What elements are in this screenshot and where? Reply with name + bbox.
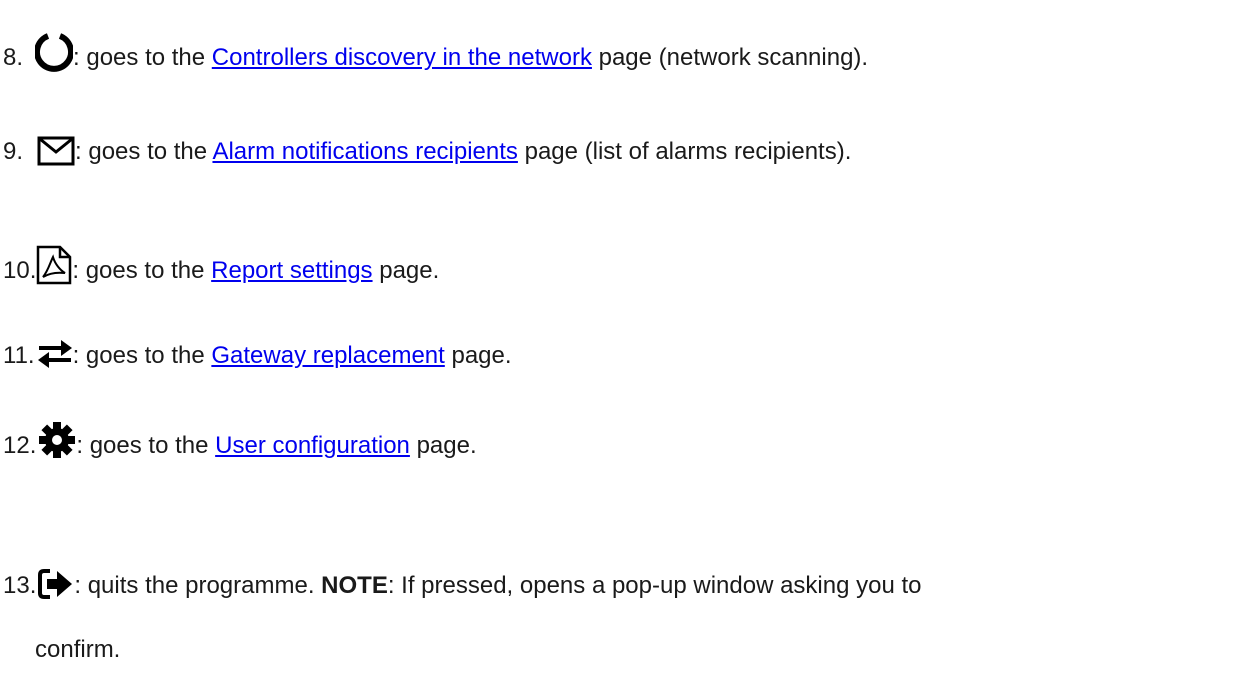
item-continuation: confirm. (35, 636, 121, 663)
item-number: 9. (3, 138, 24, 165)
link-user-configuration[interactable]: User configuration (215, 432, 410, 459)
pdf-file-icon (36, 245, 72, 285)
list-item-11: 11. : goes to the Gateway replacement pa… (3, 338, 512, 370)
list-item-12: 12.: goes to the User configuration pag… (3, 420, 477, 460)
item-text: : goes to the Report settings page. (72, 257, 440, 284)
envelope-icon (37, 136, 75, 166)
link-report-settings[interactable]: Report settings (211, 257, 372, 284)
document-page: 8. : goes to the Controllers discovery i… (0, 0, 1251, 682)
gear-icon (38, 420, 76, 460)
link-controllers-discovery[interactable]: Controllers discovery in the network (212, 44, 592, 71)
item-number: 12. (3, 432, 37, 459)
exchange-arrows-icon (37, 338, 73, 370)
item-text: : goes to the Controllers discovery in t… (73, 44, 869, 71)
list-item-10: 10. : goes to the Report settings page. (3, 245, 439, 285)
list-item-13: 13. : quits the programme. NOTE: If pres… (3, 568, 922, 600)
item-number: 10. (3, 257, 37, 284)
item-text: : goes to the Gateway replacement page. (72, 342, 512, 369)
item-text: : goes to the Alarm notifications recipi… (75, 138, 852, 165)
item-number: 8. (3, 44, 24, 71)
item-number: 11. (3, 342, 35, 369)
list-item-9: 9. : goes to the Alarm notifications rec… (3, 136, 851, 166)
item-text: : goes to the User configuration page. (76, 432, 477, 459)
note-label: NOTE (321, 572, 388, 599)
link-gateway-replacement[interactable]: Gateway replacement (211, 342, 444, 369)
link-alarm-recipients[interactable]: Alarm notifications recipients (212, 138, 517, 165)
item-number: 13. (3, 572, 37, 599)
item-text: : quits the programme. NOTE: If pressed,… (74, 572, 922, 599)
sign-out-icon (38, 568, 74, 600)
list-item-8: 8. : goes to the Controllers discovery i… (3, 32, 868, 72)
circle-notch-icon (35, 32, 74, 72)
